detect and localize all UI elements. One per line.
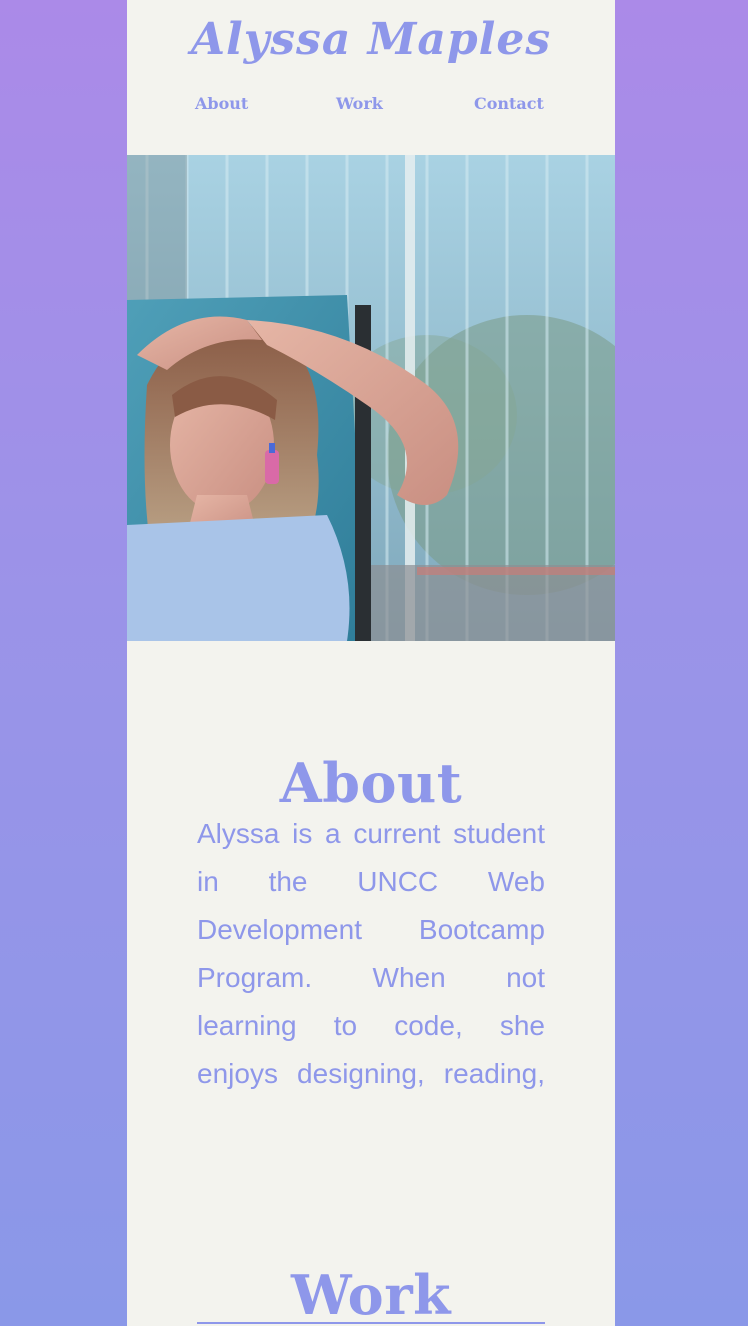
about-heading: About xyxy=(279,750,463,815)
site-title: Alyssa Maples xyxy=(190,14,552,65)
work-heading: Work xyxy=(290,1262,452,1326)
work-divider xyxy=(197,1322,545,1324)
nav-about-link[interactable]: About xyxy=(195,92,248,116)
main-nav: About Work Contact xyxy=(127,92,615,116)
hero-photo xyxy=(127,155,615,641)
nav-contact-link[interactable]: Contact xyxy=(474,92,544,116)
nav-work-link[interactable]: Work xyxy=(336,92,383,116)
about-text-container: Alyssa is a current student in the UNCC … xyxy=(197,810,545,1110)
page-panel: Alyssa Maples About Work Contact About A… xyxy=(127,0,615,1326)
about-body-text: Alyssa is a current student in the UNCC … xyxy=(197,818,545,1110)
